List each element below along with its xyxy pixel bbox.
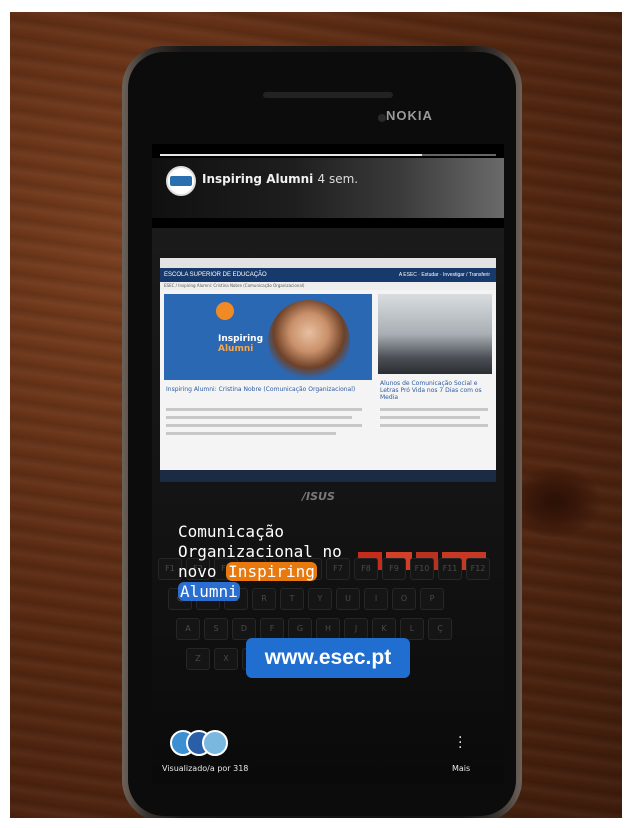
keyboard-key: F10 [410,558,434,580]
keyboard-key: A [176,618,200,640]
previous-story-strip [152,158,504,218]
keyboard-key: X [214,648,238,670]
keyboard-key: F12 [466,558,490,580]
account-avatar[interactable] [166,166,196,196]
article-text-line [166,408,362,411]
keyboard-key: H [316,618,340,640]
overlay-line-2: Organizacional no [178,542,342,561]
overlay-line-4: Alumni [178,582,240,601]
article-text-line [380,416,480,419]
site-title: ESCOLA SUPERIOR DE EDUCAÇÃO [164,272,267,278]
laptop-monitor: ESCOLA SUPERIOR DE EDUCAÇÃO A ESEC · Est… [160,258,496,482]
article-text-line [380,424,488,427]
site-breadcrumb: ESEC / Inspiring Alumni: Cristina Nobre … [160,282,496,290]
earpiece-speaker [263,92,393,98]
phone-bezel: NOKIA Inspiring Alumni 4 sem. ESCOLA SUP… [128,52,516,816]
keyboard-key: Z [186,648,210,670]
viewer-avatars[interactable] [170,730,230,756]
keyboard-key: F9 [382,558,406,580]
hero-label: Inspiring Alumni [218,334,263,354]
keyboard-key: Ç [428,618,452,640]
keyboard-key: D [232,618,256,640]
keyboard-key: I [364,588,388,610]
phone-screen: Inspiring Alumni 4 sem. ESCOLA SUPERIOR … [152,144,504,784]
browser-url-bar [160,258,496,268]
hero-portrait [268,300,350,380]
overlay-line-3b: Inspiring [226,562,317,581]
laptop-brand: /ISUS [302,490,335,503]
keyboard-key: F [260,618,284,640]
front-camera [378,114,386,122]
os-taskbar [160,470,496,482]
side-news-photo [378,294,492,374]
more-icon[interactable]: · · · [458,731,462,755]
article-text-line [380,408,488,411]
link-sticker[interactable]: www.esec.pt [246,638,410,678]
site-nav: A ESEC · Estudar · Investigar / Transfer… [398,272,490,278]
site-header: ESCOLA SUPERIOR DE EDUCAÇÃO A ESEC · Est… [160,268,496,282]
phone: NOKIA Inspiring Alumni 4 sem. ESCOLA SUP… [122,46,522,818]
wood-knot [510,467,600,537]
keyboard-key: P [420,588,444,610]
article-side-title: Alunos de Comunicação Social e Letras Pr… [380,380,482,401]
story-progress-bar [160,154,496,156]
overlay-line-3a: novo [178,562,227,581]
overlay-line-1: Comunicação [178,522,284,541]
keyboard-key: J [344,618,368,640]
keyboard-key: K [372,618,396,640]
story-time: 4 sem. [317,172,359,186]
article-text-line [166,424,362,427]
viewed-by-label[interactable]: Visualizado/a por 318 [162,764,248,773]
hero-label-alumni: Alumni [218,344,254,354]
article-text-line [166,416,352,419]
laptop: ESCOLA SUPERIOR DE EDUCAÇÃO A ESEC · Est… [152,228,504,784]
story-header[interactable]: Inspiring Alumni 4 sem. [202,172,358,186]
article-main-title: Inspiring Alumni: Cristina Nobre (Comuni… [166,386,356,393]
keyboard-key: O [392,588,416,610]
story-progress-fill [160,154,423,156]
keyboard-key: F11 [438,558,462,580]
keyboard-key: S [204,618,228,640]
story-text-overlay: Comunicação Organizacional no novo Inspi… [178,522,342,602]
keyboard-key: F8 [354,558,378,580]
account-name: Inspiring Alumni [202,172,314,186]
article-text-line [166,432,336,435]
hero-banner: Inspiring Alumni [164,294,372,380]
keyboard-key: L [400,618,424,640]
viewer-avatar [202,730,228,756]
phone-brand: NOKIA [386,108,433,123]
hero-label-inspiring: Inspiring [218,334,264,344]
more-button[interactable]: Mais [452,764,470,773]
photo: NOKIA Inspiring Alumni 4 sem. ESCOLA SUP… [10,12,622,818]
keyboard-key: G [288,618,312,640]
hero-orange-dot [216,302,234,320]
